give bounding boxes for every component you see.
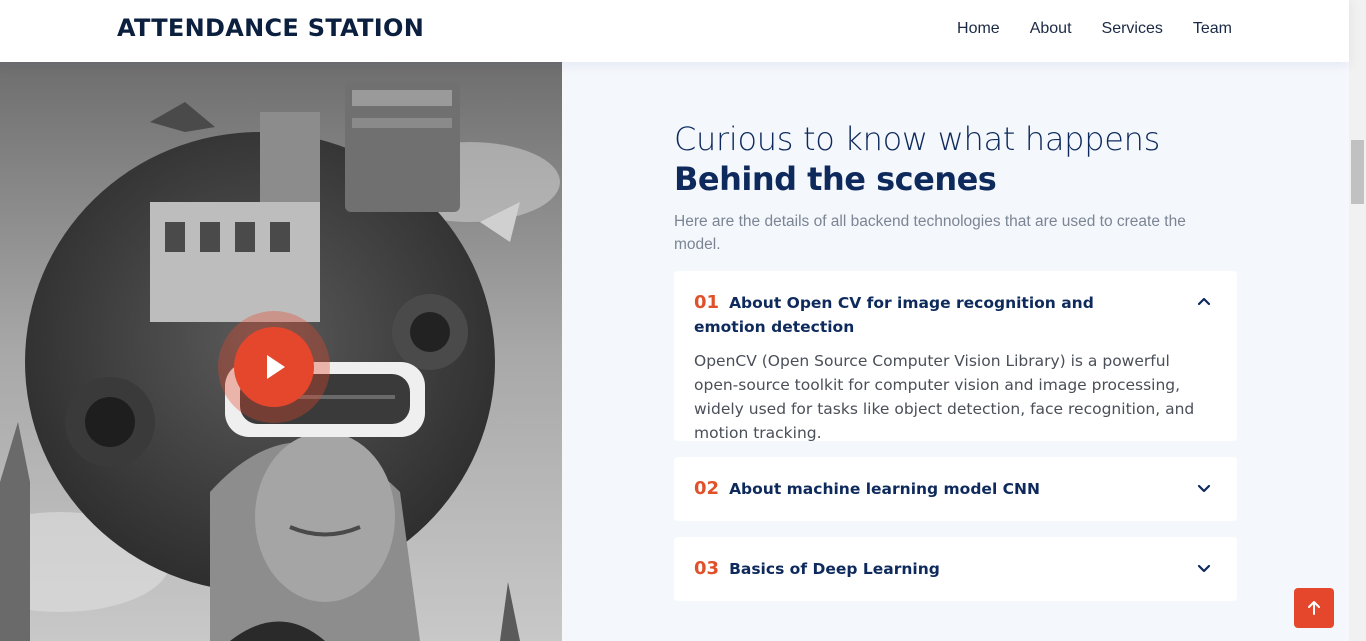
faq-number-3: 03 bbox=[694, 558, 720, 579]
faq-question-text-1: About Open CV for image recognition and … bbox=[694, 294, 1094, 336]
chevron-down-icon[interactable] bbox=[1195, 479, 1213, 497]
faq-question-text-2: About machine learning model CNN bbox=[729, 480, 1040, 498]
scrollbar-thumb[interactable] bbox=[1351, 140, 1364, 204]
faq-question-2[interactable]: 02 About machine learning model CNN bbox=[694, 477, 1217, 501]
site-logo[interactable]: ATTENDANCE STATION bbox=[117, 14, 424, 42]
faq-item-1: 01 About Open CV for image recognition an… bbox=[674, 271, 1237, 442]
back-to-top-button[interactable] bbox=[1294, 588, 1334, 628]
main-nav: Home About Services Team bbox=[957, 20, 1232, 38]
faq-question-text-3: Basics of Deep Learning bbox=[729, 560, 940, 578]
faq-item-2: 02 About machine learning model CNN bbox=[674, 457, 1237, 521]
chevron-up-icon[interactable] bbox=[1195, 293, 1213, 311]
section-subtitle: Here are the details of all backend tech… bbox=[674, 213, 1186, 253]
faq-number-1: 01 bbox=[694, 292, 720, 313]
faq-question-3[interactable]: 03 Basics of Deep Learning bbox=[694, 557, 1217, 581]
faq-item-3: 03 Basics of Deep Learning bbox=[674, 537, 1237, 601]
faq-question-1[interactable]: 01 About Open CV for image recognition an… bbox=[694, 291, 1217, 339]
play-button[interactable] bbox=[218, 311, 330, 423]
nav-home[interactable]: Home bbox=[957, 20, 1000, 38]
scrollbar-track[interactable] bbox=[1349, 0, 1366, 641]
faq-answer-1: OpenCV (Open Source Computer Vision Libr… bbox=[694, 352, 1195, 442]
faq-number-2: 02 bbox=[694, 478, 720, 499]
nav-about[interactable]: About bbox=[1030, 20, 1072, 38]
site-header: ATTENDANCE STATION Home About Services T… bbox=[0, 0, 1349, 62]
section-heading-bold: Behind the scenes bbox=[674, 160, 997, 198]
nav-services[interactable]: Services bbox=[1102, 20, 1163, 38]
play-button-core bbox=[234, 327, 314, 407]
arrow-up-icon bbox=[1308, 601, 1320, 615]
nav-team[interactable]: Team bbox=[1193, 20, 1232, 38]
hero-image bbox=[0, 62, 562, 641]
section-heading-light: Curious to know what happens bbox=[674, 120, 1160, 158]
chevron-down-icon[interactable] bbox=[1195, 559, 1213, 577]
play-icon bbox=[267, 355, 285, 379]
